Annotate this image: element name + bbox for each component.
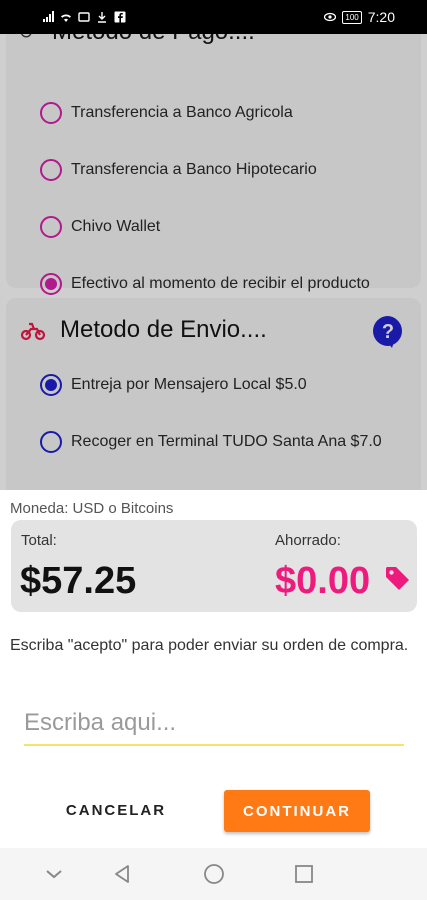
status-bar: 100 7:20 [0,0,427,34]
payment-method-card: Metodo de Pago.... Transferencia a Banco… [6,34,421,295]
motorcycle-icon [20,322,46,341]
navigation-bar [0,848,427,900]
radio-button[interactable] [40,431,62,453]
payment-title-row: Metodo de Pago.... [20,34,255,46]
continue-button[interactable]: CONTINUAR [224,790,370,832]
payment-option-hipotecario[interactable]: Transferencia a Banco Hipotecario [40,159,317,181]
confirmation-input[interactable] [24,702,404,746]
background-content: Metodo de Pago.... Transferencia a Banco… [0,34,427,490]
payment-option-efectivo[interactable]: Efectivo al momento de recibir el produc… [40,273,370,295]
notification-icon [78,12,90,22]
shipping-option-label: Entreja por Mensajero Local $5.0 [71,376,307,393]
payment-option-label: Transferencia a Banco Hipotecario [71,161,317,178]
totals-panel: Total: $57.25 Ahorrado: $0.00 [11,520,417,612]
wifi-icon [61,14,71,22]
payment-option-agricola[interactable]: Transferencia a Banco Agricola [40,102,293,124]
wallet-icon [21,34,32,38]
facebook-icon [114,11,126,23]
status-left [42,11,126,23]
shipping-method-card: Metodo de Envio.... ? Entreja por Mensaj… [6,298,421,490]
status-time: 7:20 [367,9,395,25]
cancel-button[interactable]: CANCELAR [60,788,172,832]
saved-value: $0.00 [275,560,371,602]
shipping-option-terminal[interactable]: Recoger en Terminal TUDO Santa Ana $7.0 [40,431,382,453]
saved-label: Ahorrado: [275,532,341,549]
instructions-text: Escriba "acepto" para poder enviar su or… [10,637,409,654]
radio-button-selected[interactable] [40,374,62,396]
radio-button[interactable] [40,102,62,124]
radio-button-selected[interactable] [40,273,62,295]
total-value: $57.25 [20,560,137,602]
shipping-title-row: Metodo de Envio.... [20,316,267,344]
download-icon [98,12,106,23]
shipping-option-label: Recoger en Terminal TUDO Santa Ana $7.0 [71,433,382,450]
confirm-order-sheet: Moneda: USD o Bitcoins Total: $57.25 Aho… [0,490,427,848]
battery-indicator: 100 [342,10,362,24]
payment-option-label: Transferencia a Banco Agricola [71,104,293,121]
home-icon[interactable] [202,862,226,886]
shipping-option-mensajero[interactable]: Entreja por Mensajero Local $5.0 [40,374,307,396]
eye-icon [324,12,337,22]
recents-icon[interactable] [292,862,316,886]
status-right: 100 7:20 [324,9,395,25]
payment-option-chivo[interactable]: Chivo Wallet [40,216,160,238]
total-label: Total: [21,532,57,549]
payment-option-label: Efectivo al momento de recibir el produc… [71,275,370,292]
signal-icon [43,11,54,22]
payment-option-label: Chivo Wallet [71,218,161,235]
help-icon[interactable]: ? [371,314,405,348]
shipping-card-title: Metodo de Envio.... [60,316,267,343]
radio-button[interactable] [40,159,62,181]
tag-icon [386,567,409,590]
back-icon[interactable] [110,862,134,886]
nav-down-icon[interactable] [42,862,66,886]
radio-button[interactable] [40,216,62,238]
svg-text:?: ? [382,321,394,343]
currency-label: Moneda: USD o Bitcoins [10,500,174,517]
payment-card-title: Metodo de Pago.... [52,34,255,46]
